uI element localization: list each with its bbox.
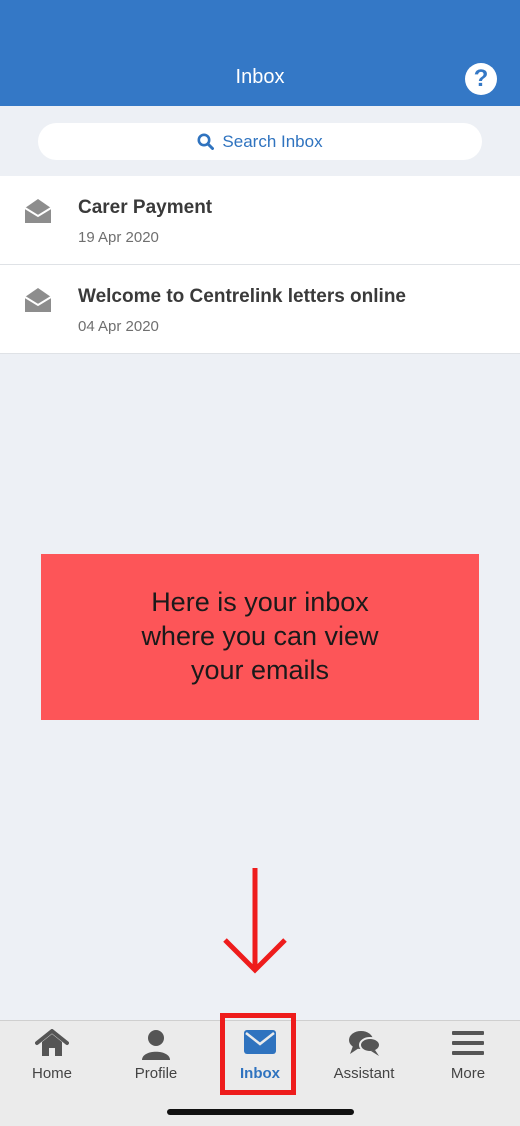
message-row[interactable]: Carer Payment 19 Apr 2020 (0, 176, 520, 265)
home-indicator[interactable] (167, 1109, 354, 1115)
tab-label: Home (31, 1065, 72, 1082)
tab-home[interactable]: Home (0, 1021, 104, 1101)
search-placeholder: Search Inbox (222, 131, 323, 151)
search-icon (197, 133, 215, 150)
message-subject: Welcome to Centrelink letters online (78, 286, 407, 307)
opened-envelope-icon (24, 288, 52, 312)
tab-profile[interactable]: Profile (104, 1021, 208, 1101)
tab-label: Assistant (333, 1065, 395, 1082)
help-button[interactable]: ? (465, 63, 497, 95)
message-row[interactable]: Welcome to Centrelink letters online 04 … (0, 265, 520, 354)
opened-envelope-icon (24, 199, 52, 223)
message-date: 04 Apr 2020 (78, 318, 159, 335)
tab-more[interactable]: More (416, 1021, 520, 1101)
tutorial-callout: Here is your inbox where you can view yo… (41, 554, 479, 720)
message-date: 19 Apr 2020 (78, 229, 159, 246)
help-icon: ? (473, 65, 489, 92)
tab-label: Profile (134, 1065, 178, 1082)
search-inbox-button[interactable]: Search Inbox (38, 123, 482, 160)
callout-text: Here is your inbox where you can view yo… (141, 587, 379, 685)
chat-bubbles-icon (349, 1031, 381, 1056)
tab-label: More (450, 1065, 486, 1082)
tab-assistant[interactable]: Assistant (312, 1021, 416, 1101)
down-arrow-icon (223, 868, 287, 974)
app-header: Inbox ? (0, 0, 520, 106)
page-title: Inbox (235, 66, 285, 88)
person-icon (142, 1030, 170, 1060)
menu-icon (452, 1031, 484, 1055)
message-list: Carer Payment 19 Apr 2020 Welcome to Cen… (0, 176, 520, 354)
inbox-tab-highlight (220, 1013, 296, 1095)
message-subject: Carer Payment (78, 197, 213, 218)
home-icon (35, 1029, 69, 1056)
